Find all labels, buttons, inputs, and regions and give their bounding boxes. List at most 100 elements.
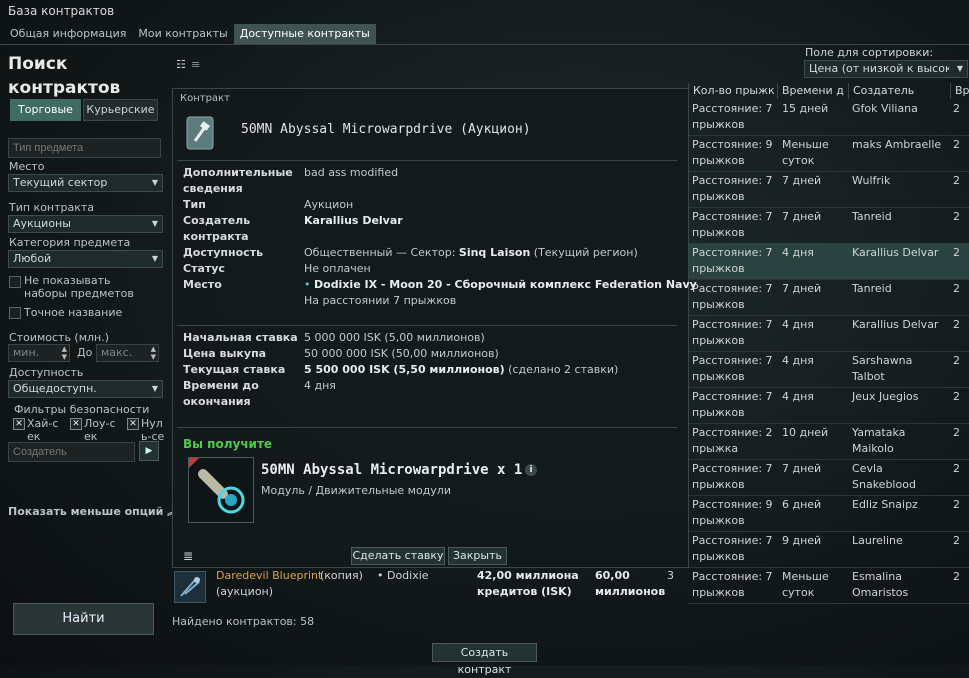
nullsec-label: Нуль-сек	[141, 417, 165, 443]
status-label: Статус	[183, 262, 225, 275]
row-cell-time1: 4 дня	[782, 390, 814, 403]
menu-icon[interactable]: ≣	[183, 549, 193, 563]
table-row[interactable]: Расстояние: 7 прыжков 7 дней Cevla Snakebloo…	[688, 459, 969, 496]
item-category: Модуль / Движительные модули	[261, 484, 451, 497]
row-cell-creator1: Jeux Juegios	[852, 390, 919, 403]
info-icon[interactable]: i	[525, 464, 537, 476]
receive-label: Вы получите	[183, 437, 273, 451]
row-cell-time1: Меньше	[782, 138, 829, 151]
details-view-icon[interactable]: ≡	[191, 58, 200, 71]
row-cell-jumps2: прыжков	[692, 262, 745, 275]
hide-sets-checkbox[interactable]	[9, 276, 21, 288]
min-price-input[interactable]: мин. ▲ ▼	[8, 344, 70, 362]
current-bid-value: 5 500 000 ISK (5,50 миллионов) (сделано …	[304, 362, 618, 378]
row-cell-jumps2: прыжков	[692, 550, 745, 563]
max-price-input[interactable]: макс. ▲ ▼	[96, 344, 159, 362]
divider	[177, 160, 677, 161]
table-row[interactable]: Расстояние: 9 прыжков Меньше суток maks Ambr…	[688, 135, 969, 172]
item-type-input[interactable]	[8, 138, 161, 158]
list-view-icon[interactable]: ☷	[176, 58, 186, 71]
row-cell-time1: 6 дней	[782, 498, 822, 511]
row-cell-creator1: Yamataka	[852, 426, 906, 439]
table-row[interactable]: Расстояние: 7 прыжков 7 дней Wulfrik 2	[688, 171, 969, 208]
column-header-time[interactable]: Времени д	[777, 83, 848, 99]
found-count: Найдено контрактов: 58	[172, 615, 315, 628]
creator-value[interactable]: Karallius Delvar	[304, 213, 403, 229]
nullsec-checkbox[interactable]: ✕	[127, 418, 139, 430]
exact-name-checkbox[interactable]	[9, 307, 21, 319]
table-row[interactable]: Расстояние: 2 прыжка 10 дней Yamataka Maikol…	[688, 423, 969, 460]
create-contract-button[interactable]: Создать контракт	[432, 643, 537, 676]
lowsec-checkbox[interactable]: ✕	[70, 418, 82, 430]
availability-value: Общественный — Сектор: Sinq Laison (Теку…	[304, 245, 638, 261]
tab-available-contracts[interactable]: Доступные контракты	[233, 24, 376, 44]
table-row[interactable]: Расстояние: 7 прыжков 4 дня Karallius Delva…	[688, 315, 969, 352]
row-cell-time1: 7 дней	[782, 210, 822, 223]
table-row[interactable]: Расстояние: 7 прыжков Меньше суток Esmalina O…	[688, 567, 969, 604]
table-row[interactable]: Расстояние: 7 прыжков 4 дня Jeux Juegios 2	[688, 387, 969, 424]
row-cell-creator2: Maikolo	[852, 442, 894, 455]
row-cell-extra: 2	[953, 570, 960, 583]
highsec-checkbox[interactable]: ✕	[13, 418, 25, 430]
table-row[interactable]: Расстояние: 7 прыжков 7 дней Tanreid 2	[688, 207, 969, 244]
availability-label: Доступность	[9, 366, 84, 379]
table-row[interactable]: Расстояние: 7 прыжков 7 дней Tanreid 2	[688, 279, 969, 316]
stepper-icon[interactable]: ▲ ▼	[151, 345, 156, 361]
location-label: Место	[9, 160, 45, 173]
creator-search-button[interactable]: ▶	[139, 441, 159, 461]
availability-select[interactable]: Общедоступн. ▼	[8, 380, 163, 398]
row-cell-time1: 15 дней	[782, 102, 829, 115]
row-cell-jumps2: прыжков	[692, 190, 745, 203]
table-row[interactable]: Расстояние: 7 прыжков 4 дня Karallius Delva…	[688, 243, 969, 280]
contract-type-select[interactable]: Аукционы ▼	[8, 215, 163, 233]
column-header-extra[interactable]: Вр	[950, 83, 969, 99]
row-cell-jumps1: Расстояние: 7	[692, 246, 773, 259]
place-link[interactable]: Dodixie IX - Moon 20 - Сборочный комплек…	[314, 278, 697, 291]
blueprint-buyout-line2: миллионов	[595, 585, 666, 598]
row-cell-jumps1: Расстояние: 7	[692, 282, 773, 295]
item-icon[interactable]	[188, 457, 254, 523]
row-cell-creator2: Talbot	[852, 370, 885, 383]
min-price-placeholder: мин.	[13, 346, 40, 359]
table-row[interactable]: Расстояние: 7 прыжков 9 дней Laureline 2	[688, 531, 969, 568]
tab-my-contracts[interactable]: Мои контракты	[132, 24, 233, 44]
region-link[interactable]: Sinq Laison	[459, 246, 530, 259]
category-select[interactable]: Любой ▼	[8, 250, 163, 268]
column-header-creator[interactable]: Создатель	[848, 83, 950, 99]
row-cell-time1: 4 дня	[782, 354, 814, 367]
row-cell-creator1: Cevla	[852, 462, 883, 475]
row-cell-creator1: Esmalina	[852, 570, 902, 583]
row-cell-creator1: maks Ambraelle	[852, 138, 942, 151]
max-price-placeholder: макс.	[101, 346, 133, 359]
item-name[interactable]: 50MN Abyssal Microwarpdrive x 1	[261, 462, 522, 478]
show-less-options[interactable]: Показать меньше опций ︽	[8, 505, 176, 518]
row-cell-extra: 2	[953, 174, 960, 187]
column-header-jumps[interactable]: Кол-во прыжк	[688, 83, 777, 99]
sort-select[interactable]: Цена (от низкой к высокой) ▼	[804, 60, 968, 78]
courier-tab-button[interactable]: Курьерские	[83, 99, 158, 121]
table-row[interactable]: Расстояние: 7 прыжков 15 дней Gfok Viliana 2	[688, 99, 969, 136]
row-cell-jumps1: Расстояние: 7	[692, 570, 773, 583]
type-value: Аукцион	[304, 198, 354, 211]
place-value[interactable]: • Dodixie IX - Moon 20 - Сборочный компл…	[304, 277, 697, 293]
contract-detail-popup: Контракт 50MN Abyssal Microwarpdrive (Ау…	[172, 88, 697, 568]
start-bid-value: 5 000 000 ISK (5,00 миллионов)	[304, 331, 485, 344]
find-button[interactable]: Найти	[13, 603, 154, 635]
row-cell-time1: 7 дней	[782, 462, 822, 475]
location-select[interactable]: Текущий сектор ▼	[8, 174, 163, 192]
trade-tab-button[interactable]: Торговые	[10, 99, 81, 121]
close-button[interactable]: Закрыть	[448, 547, 507, 565]
current-bid-amount: 5 500 000 ISK (5,50 миллионов)	[304, 363, 505, 376]
place-bid-button[interactable]: Сделать ставку	[351, 547, 445, 565]
table-row[interactable]: Расстояние: 7 прыжков 4 дня Sarshawna Talbot…	[688, 351, 969, 388]
availability-suffix: (Текущий регион)	[530, 246, 638, 259]
tab-general[interactable]: Общая информация	[4, 24, 132, 44]
contract-scroll-icon	[183, 113, 219, 153]
stepper-icon[interactable]: ▲ ▼	[62, 345, 67, 361]
table-row[interactable]: Расстояние: 9 прыжков 6 дней Edliz Snaipz 2	[688, 495, 969, 532]
blueprint-name[interactable]: Daredevil Blueprint	[216, 568, 322, 584]
row-cell-time1: 10 дней	[782, 426, 829, 439]
chevron-down-icon: ▼	[956, 64, 963, 73]
category-value: Любой	[13, 252, 52, 265]
creator-input[interactable]	[8, 442, 135, 462]
